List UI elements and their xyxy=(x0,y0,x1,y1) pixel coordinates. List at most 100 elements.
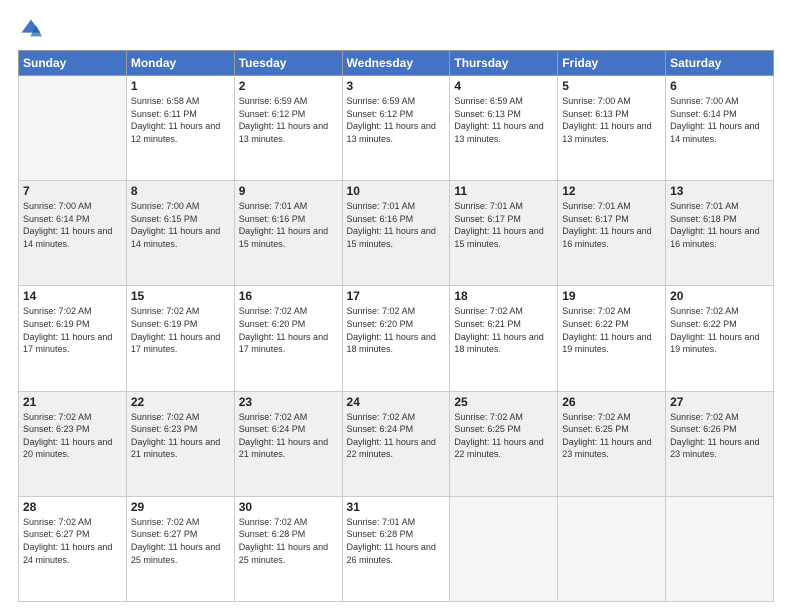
calendar-cell: 30 Sunrise: 7:02 AM Sunset: 6:28 PM Dayl… xyxy=(234,496,342,601)
calendar-cell: 15 Sunrise: 7:02 AM Sunset: 6:19 PM Dayl… xyxy=(126,286,234,391)
day-number: 22 xyxy=(131,395,230,409)
sunset-label: Sunset: 6:12 PM xyxy=(347,109,414,119)
logo-icon xyxy=(20,18,42,40)
day-number: 14 xyxy=(23,289,122,303)
daylight-label: Daylight: 11 hours and 25 minutes. xyxy=(239,542,328,565)
sunset-label: Sunset: 6:28 PM xyxy=(239,529,306,539)
calendar-week-row: 21 Sunrise: 7:02 AM Sunset: 6:23 PM Dayl… xyxy=(19,391,774,496)
daylight-label: Daylight: 11 hours and 12 minutes. xyxy=(131,121,220,144)
daylight-label: Daylight: 11 hours and 17 minutes. xyxy=(23,332,112,355)
day-info: Sunrise: 7:01 AM Sunset: 6:17 PM Dayligh… xyxy=(454,200,553,250)
day-number: 16 xyxy=(239,289,338,303)
sunrise-label: Sunrise: 7:01 AM xyxy=(670,201,739,211)
daylight-label: Daylight: 11 hours and 13 minutes. xyxy=(454,121,543,144)
sunrise-label: Sunrise: 7:02 AM xyxy=(239,412,308,422)
weekday-header-wednesday: Wednesday xyxy=(342,51,450,76)
sunrise-label: Sunrise: 7:01 AM xyxy=(347,517,416,527)
daylight-label: Daylight: 11 hours and 14 minutes. xyxy=(670,121,759,144)
calendar-cell: 29 Sunrise: 7:02 AM Sunset: 6:27 PM Dayl… xyxy=(126,496,234,601)
sunset-label: Sunset: 6:16 PM xyxy=(239,214,306,224)
sunset-label: Sunset: 6:19 PM xyxy=(23,319,90,329)
sunrise-label: Sunrise: 7:02 AM xyxy=(562,412,631,422)
sunrise-label: Sunrise: 7:02 AM xyxy=(131,517,200,527)
day-info: Sunrise: 7:00 AM Sunset: 6:14 PM Dayligh… xyxy=(670,95,769,145)
weekday-header-monday: Monday xyxy=(126,51,234,76)
sunrise-label: Sunrise: 7:01 AM xyxy=(562,201,631,211)
calendar-week-row: 14 Sunrise: 7:02 AM Sunset: 6:19 PM Dayl… xyxy=(19,286,774,391)
daylight-label: Daylight: 11 hours and 24 minutes. xyxy=(23,542,112,565)
day-info: Sunrise: 7:02 AM Sunset: 6:27 PM Dayligh… xyxy=(23,516,122,566)
sunset-label: Sunset: 6:14 PM xyxy=(23,214,90,224)
day-info: Sunrise: 7:02 AM Sunset: 6:21 PM Dayligh… xyxy=(454,305,553,355)
sunset-label: Sunset: 6:21 PM xyxy=(454,319,521,329)
calendar-cell: 5 Sunrise: 7:00 AM Sunset: 6:13 PM Dayli… xyxy=(558,76,666,181)
daylight-label: Daylight: 11 hours and 25 minutes. xyxy=(131,542,220,565)
day-number: 8 xyxy=(131,184,230,198)
daylight-label: Daylight: 11 hours and 13 minutes. xyxy=(347,121,436,144)
calendar-cell: 19 Sunrise: 7:02 AM Sunset: 6:22 PM Dayl… xyxy=(558,286,666,391)
calendar-cell: 26 Sunrise: 7:02 AM Sunset: 6:25 PM Dayl… xyxy=(558,391,666,496)
sunset-label: Sunset: 6:24 PM xyxy=(239,424,306,434)
day-number: 4 xyxy=(454,79,553,93)
daylight-label: Daylight: 11 hours and 22 minutes. xyxy=(454,437,543,460)
page: SundayMondayTuesdayWednesdayThursdayFrid… xyxy=(0,0,792,612)
sunset-label: Sunset: 6:20 PM xyxy=(347,319,414,329)
sunrise-label: Sunrise: 7:02 AM xyxy=(347,412,416,422)
calendar-week-row: 28 Sunrise: 7:02 AM Sunset: 6:27 PM Dayl… xyxy=(19,496,774,601)
sunset-label: Sunset: 6:15 PM xyxy=(131,214,198,224)
day-info: Sunrise: 6:59 AM Sunset: 6:13 PM Dayligh… xyxy=(454,95,553,145)
day-info: Sunrise: 7:02 AM Sunset: 6:19 PM Dayligh… xyxy=(23,305,122,355)
daylight-label: Daylight: 11 hours and 15 minutes. xyxy=(454,226,543,249)
sunrise-label: Sunrise: 7:01 AM xyxy=(347,201,416,211)
calendar-cell: 8 Sunrise: 7:00 AM Sunset: 6:15 PM Dayli… xyxy=(126,181,234,286)
daylight-label: Daylight: 11 hours and 18 minutes. xyxy=(347,332,436,355)
sunset-label: Sunset: 6:13 PM xyxy=(454,109,521,119)
calendar-cell: 4 Sunrise: 6:59 AM Sunset: 6:13 PM Dayli… xyxy=(450,76,558,181)
calendar-cell: 13 Sunrise: 7:01 AM Sunset: 6:18 PM Dayl… xyxy=(666,181,774,286)
day-number: 23 xyxy=(239,395,338,409)
daylight-label: Daylight: 11 hours and 19 minutes. xyxy=(670,332,759,355)
day-number: 10 xyxy=(347,184,446,198)
sunset-label: Sunset: 6:23 PM xyxy=(131,424,198,434)
weekday-header-thursday: Thursday xyxy=(450,51,558,76)
day-info: Sunrise: 6:59 AM Sunset: 6:12 PM Dayligh… xyxy=(239,95,338,145)
day-info: Sunrise: 7:02 AM Sunset: 6:19 PM Dayligh… xyxy=(131,305,230,355)
calendar-cell: 12 Sunrise: 7:01 AM Sunset: 6:17 PM Dayl… xyxy=(558,181,666,286)
sunrise-label: Sunrise: 6:59 AM xyxy=(239,96,308,106)
sunset-label: Sunset: 6:11 PM xyxy=(131,109,197,119)
calendar-cell: 11 Sunrise: 7:01 AM Sunset: 6:17 PM Dayl… xyxy=(450,181,558,286)
sunrise-label: Sunrise: 7:01 AM xyxy=(239,201,308,211)
calendar-cell: 18 Sunrise: 7:02 AM Sunset: 6:21 PM Dayl… xyxy=(450,286,558,391)
day-number: 11 xyxy=(454,184,553,198)
sunrise-label: Sunrise: 6:58 AM xyxy=(131,96,200,106)
day-info: Sunrise: 7:01 AM Sunset: 6:16 PM Dayligh… xyxy=(239,200,338,250)
calendar-cell: 28 Sunrise: 7:02 AM Sunset: 6:27 PM Dayl… xyxy=(19,496,127,601)
day-number: 12 xyxy=(562,184,661,198)
day-number: 31 xyxy=(347,500,446,514)
calendar-cell: 6 Sunrise: 7:00 AM Sunset: 6:14 PM Dayli… xyxy=(666,76,774,181)
day-number: 17 xyxy=(347,289,446,303)
weekday-header-friday: Friday xyxy=(558,51,666,76)
daylight-label: Daylight: 11 hours and 18 minutes. xyxy=(454,332,543,355)
sunrise-label: Sunrise: 7:02 AM xyxy=(239,517,308,527)
day-info: Sunrise: 6:59 AM Sunset: 6:12 PM Dayligh… xyxy=(347,95,446,145)
calendar-cell: 17 Sunrise: 7:02 AM Sunset: 6:20 PM Dayl… xyxy=(342,286,450,391)
sunset-label: Sunset: 6:23 PM xyxy=(23,424,90,434)
sunset-label: Sunset: 6:13 PM xyxy=(562,109,629,119)
sunrise-label: Sunrise: 7:00 AM xyxy=(670,96,739,106)
header xyxy=(18,18,774,40)
sunrise-label: Sunrise: 7:00 AM xyxy=(23,201,92,211)
calendar-cell: 1 Sunrise: 6:58 AM Sunset: 6:11 PM Dayli… xyxy=(126,76,234,181)
sunrise-label: Sunrise: 7:02 AM xyxy=(454,412,523,422)
daylight-label: Daylight: 11 hours and 13 minutes. xyxy=(562,121,651,144)
sunset-label: Sunset: 6:20 PM xyxy=(239,319,306,329)
sunrise-label: Sunrise: 6:59 AM xyxy=(454,96,523,106)
day-number: 1 xyxy=(131,79,230,93)
calendar-cell: 2 Sunrise: 6:59 AM Sunset: 6:12 PM Dayli… xyxy=(234,76,342,181)
daylight-label: Daylight: 11 hours and 13 minutes. xyxy=(239,121,328,144)
day-info: Sunrise: 7:00 AM Sunset: 6:13 PM Dayligh… xyxy=(562,95,661,145)
daylight-label: Daylight: 11 hours and 22 minutes. xyxy=(347,437,436,460)
sunset-label: Sunset: 6:22 PM xyxy=(670,319,737,329)
day-info: Sunrise: 7:02 AM Sunset: 6:25 PM Dayligh… xyxy=(562,411,661,461)
day-info: Sunrise: 7:01 AM Sunset: 6:17 PM Dayligh… xyxy=(562,200,661,250)
